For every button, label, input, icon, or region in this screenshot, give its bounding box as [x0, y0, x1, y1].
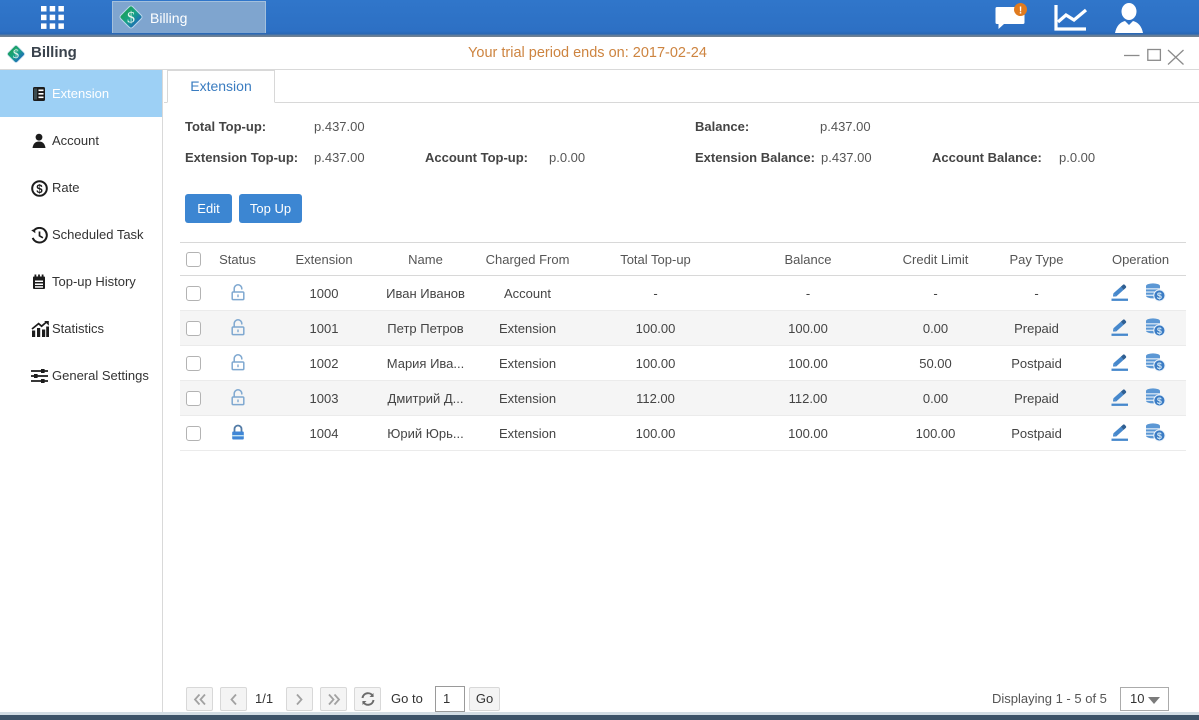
svg-text:$: $ [1156, 431, 1161, 441]
svg-text:$: $ [1156, 396, 1161, 406]
svg-text:$: $ [1156, 326, 1161, 336]
svg-text:$: $ [1156, 291, 1161, 301]
svg-text:$: $ [1156, 361, 1161, 371]
svg-text:$: $ [127, 10, 135, 27]
svg-text:$: $ [36, 184, 43, 196]
svg-text:!: ! [1019, 6, 1022, 17]
